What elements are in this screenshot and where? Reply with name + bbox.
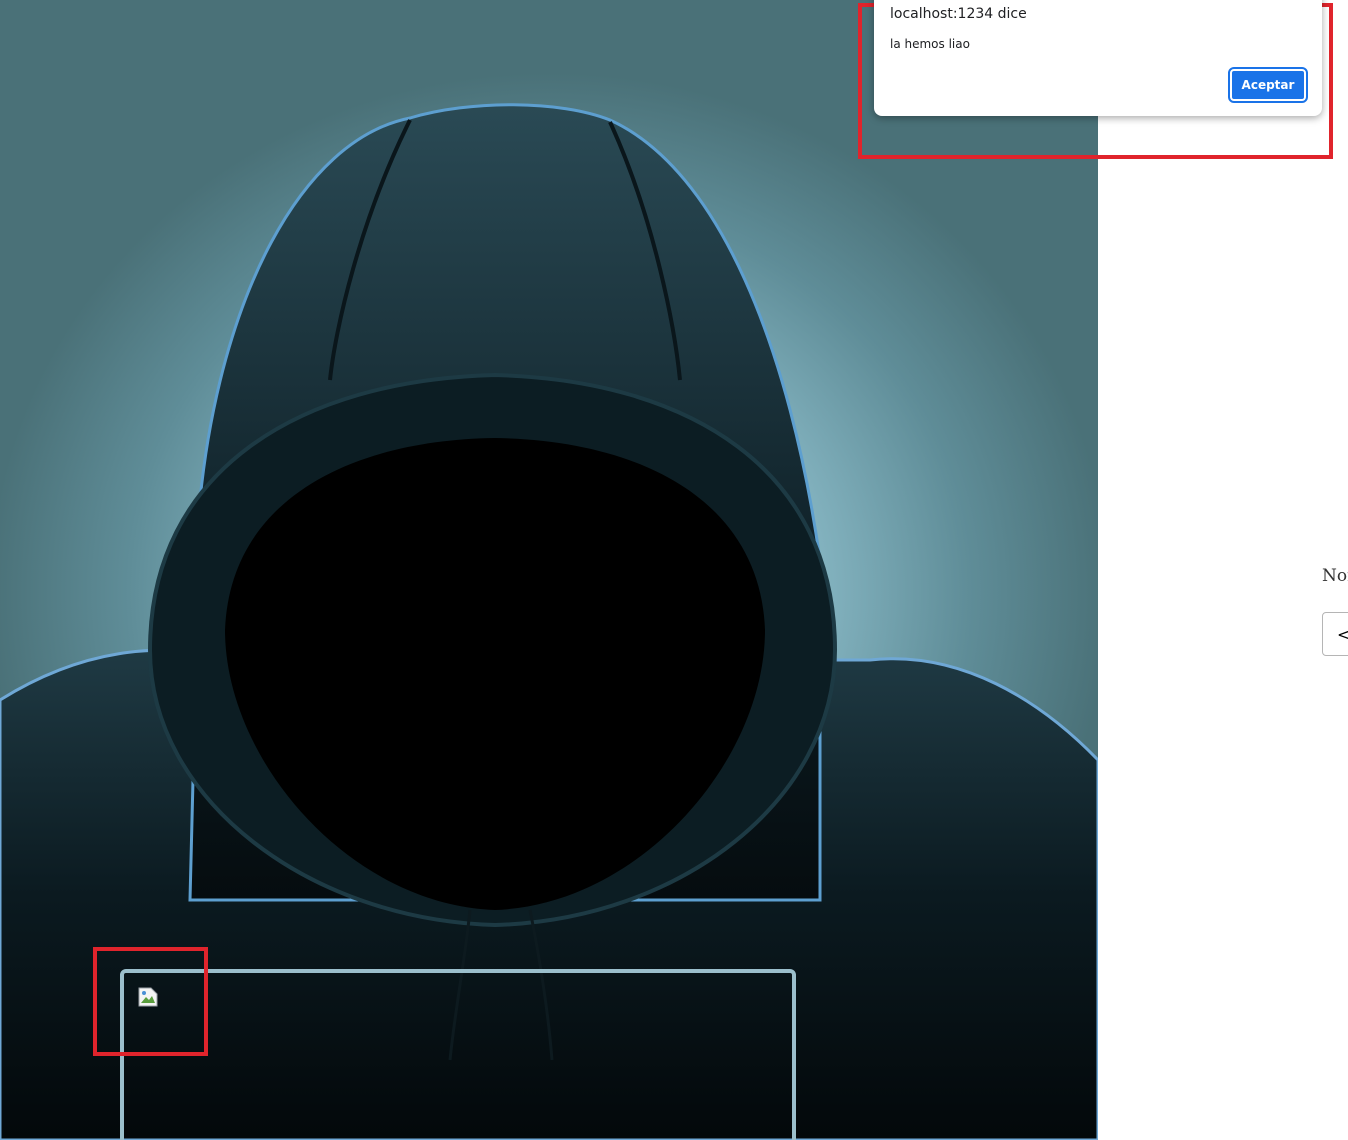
form-panel: Nor <i [1098,0,1348,1140]
alert-dialog: localhost:1234 dice la hemos liao Acepta… [874,0,1322,116]
content-box [120,969,796,1140]
name-input[interactable]: <i [1322,612,1348,656]
accept-button[interactable]: Aceptar [1228,67,1308,103]
name-field-label: Nor [1322,566,1348,586]
page: Nor <i localhost:1234 dice la hemos liao… [0,0,1348,1140]
dialog-message: la hemos liao [890,37,970,51]
dialog-title: localhost:1234 dice [890,6,1027,22]
broken-image-icon [138,987,158,1007]
